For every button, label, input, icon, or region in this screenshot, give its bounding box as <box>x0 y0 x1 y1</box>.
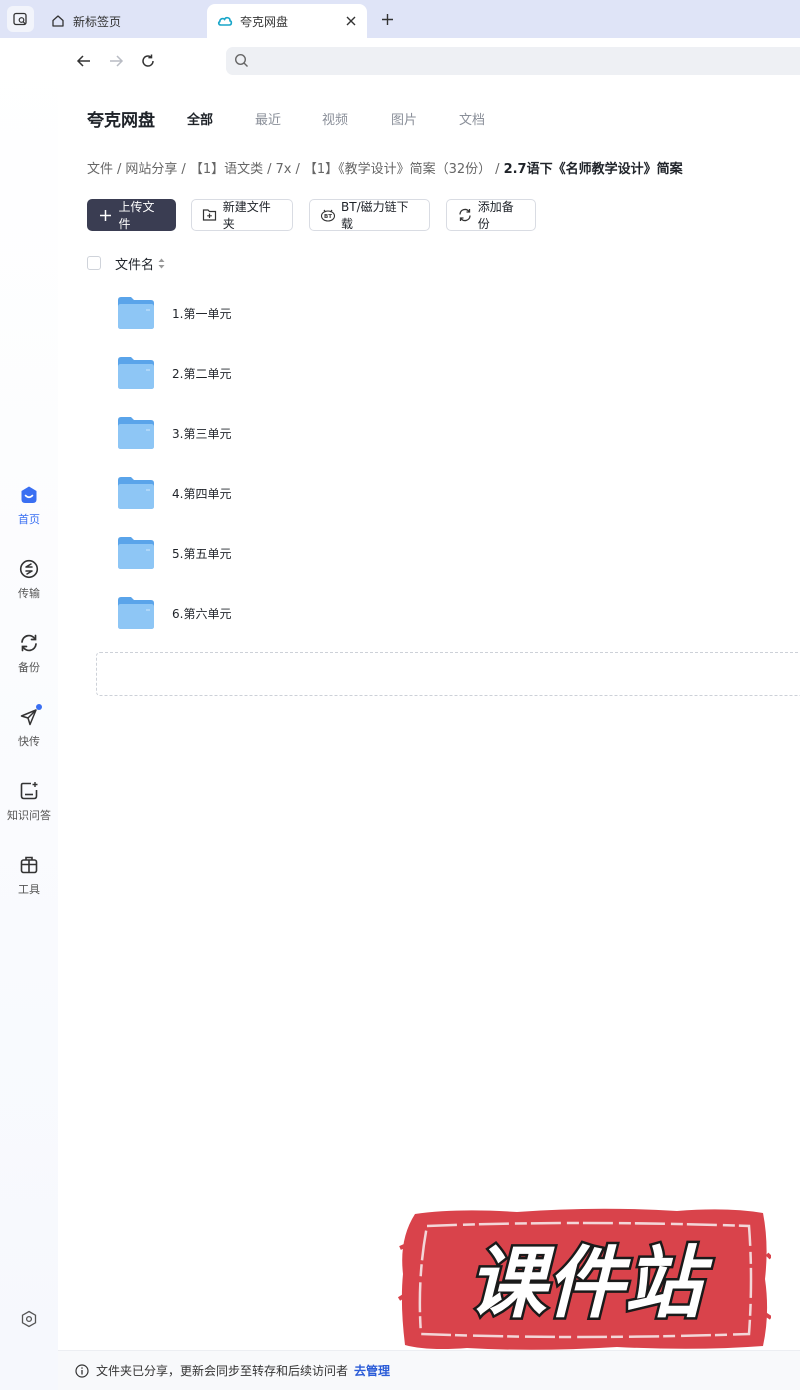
bt-magnet-icon: BT <box>320 207 336 223</box>
quark-cloud-icon <box>217 13 233 29</box>
transfer-icon <box>18 558 40 580</box>
folder-icon <box>118 537 154 569</box>
svg-text:BT: BT <box>324 214 332 220</box>
file-name[interactable]: 1.第一单元 <box>172 305 231 322</box>
house-icon <box>50 13 66 29</box>
share-notice-bar: 文件夹已分享，更新会同步至转存和后续访问者 去管理 <box>58 1350 800 1390</box>
new-tab-button[interactable] <box>376 8 398 30</box>
share-notice-text: 文件夹已分享，更新会同步至转存和后续访问者 <box>96 1364 349 1378</box>
reload-button[interactable] <box>137 50 159 72</box>
sidebar-item-home[interactable]: 首页 <box>0 484 58 527</box>
new-folder-label: 新建文件夹 <box>222 200 271 231</box>
sidebar-item-label: 首页 <box>18 513 40 526</box>
settings-icon[interactable] <box>20 1310 38 1328</box>
sidebar-item-label: 工具 <box>18 883 40 896</box>
browser-nav-bar <box>58 38 800 84</box>
column-header-filename[interactable]: 文件名 <box>115 254 154 273</box>
add-backup-button[interactable]: 添加备份 <box>446 199 536 231</box>
search-icon <box>234 53 249 72</box>
tab-label: 新标签页 <box>73 14 122 29</box>
home-face-icon <box>18 484 40 506</box>
info-icon <box>75 1363 89 1378</box>
watermark-stamp: 课件站 <box>397 1208 771 1350</box>
left-sidebar: 首页 传输 备份 快传 知识问答 工具 <box>0 38 58 1390</box>
page-title: 夸克网盘 <box>87 111 155 131</box>
file-name[interactable]: 4.第四单元 <box>172 485 231 502</box>
tab-search-button[interactable] <box>7 6 34 32</box>
tab-search-icon <box>13 12 27 25</box>
breadcrumb-item[interactable]: 【1】语文类 <box>190 162 263 177</box>
tab-all[interactable]: 全部 <box>187 109 213 128</box>
sidebar-item-label: 快传 <box>18 735 40 748</box>
tab-label: 夸克网盘 <box>240 14 289 29</box>
upload-label: 上传文件 <box>118 200 155 231</box>
list-item[interactable]: 3.第三单元 <box>100 403 800 463</box>
plus-icon <box>98 207 114 223</box>
watermark-text: 课件站 <box>468 1239 713 1329</box>
file-name[interactable]: 6.第六单元 <box>172 605 231 622</box>
list-item[interactable]: 5.第五单元 <box>100 523 800 583</box>
list-item[interactable]: 2.第二单元 <box>100 343 800 403</box>
browser-tab-strip: 新标签页 夸克网盘 <box>0 0 800 38</box>
file-name[interactable]: 5.第五单元 <box>172 545 231 562</box>
folder-icon <box>118 417 154 449</box>
file-name[interactable]: 3.第三单元 <box>172 425 231 442</box>
file-list-header: 文件名 <box>87 254 165 273</box>
breadcrumb-item[interactable]: 网站分享 <box>125 162 177 177</box>
folder-icon <box>118 357 154 389</box>
sidebar-item-knowledge-qa[interactable]: 知识问答 <box>0 780 58 823</box>
reload-icon <box>142 54 154 67</box>
breadcrumb: 文件 / 网站分享 / 【1】语文类/7x / 【1】《教学设计》简案（32份）/2.7语下… <box>87 162 683 177</box>
list-item[interactable]: 4.第四单元 <box>100 463 800 523</box>
upload-button[interactable]: 上传文件 <box>87 199 176 231</box>
toolbox-icon <box>18 854 40 876</box>
close-tab-icon[interactable] <box>343 13 359 29</box>
sidebar-item-label: 备份 <box>18 661 40 674</box>
add-backup-label: 添加备份 <box>477 200 514 231</box>
file-name[interactable]: 2.第二单元 <box>172 365 231 382</box>
backup-icon <box>18 632 40 654</box>
manage-link[interactable]: 去管理 <box>354 1362 390 1379</box>
new-folder-button[interactable]: 新建文件夹 <box>191 199 293 231</box>
address-input[interactable] <box>256 51 756 71</box>
notification-dot <box>36 704 42 710</box>
list-item[interactable]: 1.第一单元 <box>100 283 800 343</box>
send-icon <box>18 704 42 728</box>
knowledge-qa-icon <box>18 780 40 802</box>
bt-download-label: BT/磁力链下载 <box>341 200 409 231</box>
breadcrumb-current: 2.7语下《名师教学设计》简案 <box>503 162 683 177</box>
arrow-right-icon <box>110 55 124 67</box>
bt-download-button[interactable]: BT BT/磁力链下载 <box>309 199 430 231</box>
folder-icon <box>118 297 154 329</box>
tab-images[interactable]: 图片 <box>391 109 417 128</box>
folder-icon <box>118 597 154 629</box>
sync-icon <box>457 207 473 223</box>
tab-new-tab[interactable]: 新标签页 <box>40 4 206 38</box>
sidebar-item-label: 知识问答 <box>7 809 51 822</box>
folder-icon <box>118 477 154 509</box>
select-all-checkbox[interactable] <box>87 256 101 270</box>
arrow-left-icon <box>76 55 90 67</box>
sidebar-item-tools[interactable]: 工具 <box>0 854 58 897</box>
plus-icon <box>381 13 393 25</box>
forward-button[interactable] <box>105 50 127 72</box>
sidebar-item-quick-send[interactable]: 快传 <box>0 704 58 749</box>
list-item[interactable]: 6.第六单元 <box>100 583 800 643</box>
sort-icon[interactable] <box>158 258 165 269</box>
upload-drop-zone[interactable] <box>96 652 800 696</box>
tab-quark-drive[interactable]: 夸克网盘 <box>207 4 367 38</box>
tab-documents[interactable]: 文档 <box>459 109 485 128</box>
address-bar[interactable] <box>226 47 800 75</box>
sidebar-item-transfer[interactable]: 传输 <box>0 558 58 601</box>
breadcrumb-item[interactable]: 文件 <box>87 162 113 177</box>
folder-plus-icon <box>202 207 218 223</box>
breadcrumb-item[interactable]: 【1】《教学设计》简案（32份） <box>304 162 491 177</box>
back-button[interactable] <box>73 50 95 72</box>
sidebar-item-backup[interactable]: 备份 <box>0 632 58 675</box>
sidebar-item-label: 传输 <box>18 587 40 600</box>
breadcrumb-item[interactable]: 7x <box>275 162 291 177</box>
tab-video[interactable]: 视频 <box>322 109 348 128</box>
tab-recent[interactable]: 最近 <box>255 109 281 128</box>
